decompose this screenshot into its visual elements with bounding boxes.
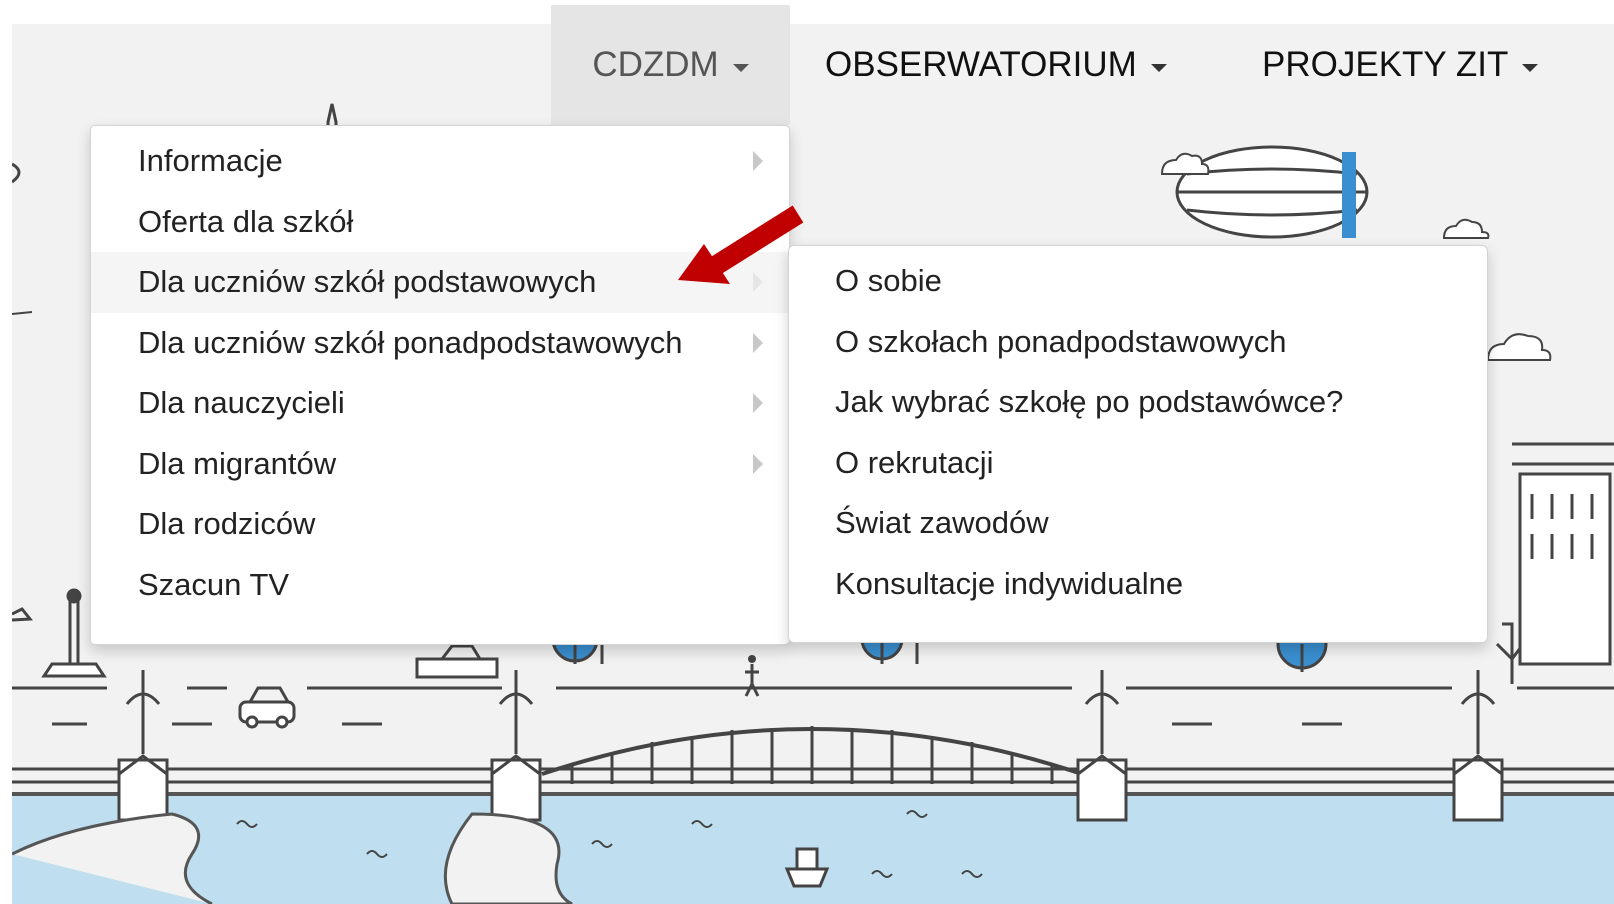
caret-down-icon	[1150, 64, 1167, 72]
menu-item-informacje[interactable]: Informacje	[91, 131, 789, 192]
nav-item-projekty-zit[interactable]: PROJEKTY ZIT	[1262, 5, 1539, 125]
nav-item-cdzdm[interactable]: CDZDM	[551, 5, 790, 125]
submenu-item-label: O szkołach ponadpodstawowych	[835, 323, 1287, 359]
menu-item-label: Dla uczniów szkół ponadpodstawowych	[138, 324, 683, 360]
submenu-item-konsultacje[interactable]: Konsultacje indywidualne	[789, 554, 1487, 615]
chevron-right-icon	[753, 453, 763, 474]
menu-item-label: Oferta dla szkół	[138, 203, 354, 239]
nav-label: PROJEKTY ZIT	[1262, 45, 1509, 84]
chevron-right-icon	[753, 393, 763, 414]
submenu-item-label: O rekrutacji	[835, 444, 994, 480]
menu-item-migrantow[interactable]: Dla migrantów	[91, 434, 789, 495]
submenu-szkol-podstawowych: O sobie O szkołach ponadpodstawowych Jak…	[788, 245, 1488, 643]
submenu-item-o-szkolach[interactable]: O szkołach ponadpodstawowych	[789, 312, 1487, 373]
car-icon	[238, 686, 296, 729]
submenu-item-o-rekrutacji[interactable]: O rekrutacji	[789, 433, 1487, 494]
menu-item-label: Dla uczniów szkół podstawowych	[138, 264, 597, 300]
submenu-item-label: Konsultacje indywidualne	[835, 565, 1184, 601]
menu-item-label: Dla rodziców	[138, 506, 316, 542]
chevron-right-icon	[753, 151, 763, 172]
red-arrow-icon	[678, 205, 804, 284]
menu-item-label: Informacje	[138, 143, 283, 179]
chevron-right-icon	[753, 332, 763, 353]
submenu-item-o-sobie[interactable]: O sobie	[789, 251, 1487, 312]
caret-down-icon	[1522, 64, 1539, 72]
menu-item-label: Szacun TV	[138, 566, 290, 602]
submenu-item-swiat-zawodow[interactable]: Świat zawodów	[789, 493, 1487, 554]
airship-icon	[1175, 145, 1369, 239]
menu-item-rodzicow[interactable]: Dla rodziców	[91, 494, 789, 555]
nav-item-obserwatorium[interactable]: OBSERWATORIUM	[825, 5, 1167, 125]
nav-label: OBSERWATORIUM	[825, 45, 1137, 84]
menu-item-label: Dla migrantów	[138, 445, 337, 481]
menu-item-nauczycieli[interactable]: Dla nauczycieli	[91, 373, 789, 434]
submenu-item-jak-wybrac[interactable]: Jak wybrać szkołę po podstawówce?	[789, 372, 1487, 433]
menu-item-label: Dla nauczycieli	[138, 385, 345, 421]
menu-item-szkol-ponadpodstawowych[interactable]: Dla uczniów szkół ponadpodstawowych	[91, 313, 789, 374]
submenu-item-label: Jak wybrać szkołę po podstawówce?	[835, 384, 1344, 420]
submenu-item-label: O sobie	[835, 263, 942, 299]
nav-label: CDZDM	[592, 45, 719, 84]
caret-down-icon	[732, 64, 749, 72]
menu-item-szacun-tv[interactable]: Szacun TV	[91, 555, 789, 616]
submenu-item-label: Świat zawodów	[835, 505, 1049, 541]
